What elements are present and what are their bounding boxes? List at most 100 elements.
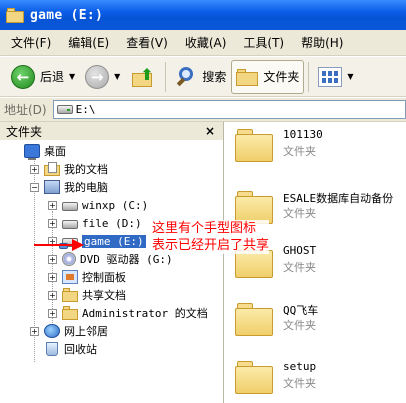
menu-edit[interactable]: 编辑(E) [68, 34, 109, 51]
tree-label: file (D:) [82, 216, 142, 230]
computer-icon [44, 180, 60, 194]
views-icon [318, 66, 343, 87]
drive-icon [56, 105, 73, 114]
annotation-line-1: 这里有个手型图标 [152, 221, 257, 236]
menu-bar: 文件(F) 编辑(E) 查看(V) 收藏(A) 工具(T) 帮助(H) [0, 30, 406, 56]
back-label: 后退 [40, 70, 65, 84]
tree-label: winxp (C:) [82, 198, 149, 212]
folder-type: 文件夹 [283, 261, 316, 274]
folder-name: ESALE数据库自动备份 [283, 192, 394, 205]
folder-pane-title: 文件夹 [6, 124, 43, 139]
search-label: 搜索 [202, 70, 227, 84]
close-icon[interactable]: × [205, 124, 215, 138]
folder-pane-header: 文件夹 × [0, 122, 223, 140]
menu-favorites[interactable]: 收藏(A) [185, 34, 227, 51]
folder-name: QQ飞车 [283, 304, 319, 317]
folders-label: 文件夹 [263, 70, 300, 84]
tree-item-drive-d[interactable]: + file (D:) [48, 214, 142, 232]
hard-drive-icon [62, 219, 78, 229]
forward-arrow-icon: → [85, 64, 110, 89]
expand-icon[interactable]: + [30, 326, 39, 336]
toolbar: ← 后退 ▼ → ▼ ⬆ 搜索 文件夹 ▼ [0, 57, 406, 97]
annotation-arrow-icon [72, 239, 84, 251]
tree-item-drive-e[interactable]: + game (E:) [48, 232, 146, 250]
address-label: 地址(D) [4, 103, 47, 117]
tree-item-shared-docs[interactable]: + 共享文档 [48, 286, 126, 304]
collapse-icon[interactable]: − [30, 182, 39, 192]
forward-button[interactable]: → ▼ [80, 60, 125, 94]
window-title: game (E:) [30, 7, 104, 23]
folder-name: setup [283, 360, 317, 373]
folder-item[interactable]: QQ飞车 文件夹 [235, 298, 405, 344]
desktop-icon [24, 144, 40, 160]
tree-item-admin-docs[interactable]: + Administrator 的文档 [48, 304, 208, 322]
folder-icon [235, 302, 273, 336]
folder-pane: 文件夹 × 桌面 + 我的文档 − 我的电脑 + winxp (C:) + fi [0, 122, 224, 403]
toolbar-separator [308, 61, 310, 92]
annotation-arrow-line [34, 244, 74, 246]
address-field[interactable]: E:\ [52, 100, 406, 119]
annotation-line-2: 表示已经开启了共享 [152, 238, 270, 253]
back-arrow-icon: ← [11, 64, 35, 89]
folder-icon [235, 360, 273, 394]
folder-icon [62, 288, 78, 302]
folder-up-icon: ⬆ [130, 65, 156, 89]
folder-type: 文件夹 [283, 319, 316, 332]
tree-label: 桌面 [44, 145, 66, 158]
tree-item-my-computer[interactable]: − 我的电脑 [30, 178, 108, 196]
expand-icon[interactable]: + [48, 218, 57, 228]
expand-icon[interactable]: + [48, 290, 57, 300]
expand-icon[interactable]: + [48, 200, 57, 210]
expand-icon[interactable]: + [48, 308, 57, 318]
folder-item[interactable]: setup 文件夹 [235, 356, 405, 402]
tree-label: 共享文档 [82, 289, 126, 302]
tree-item-my-documents[interactable]: + 我的文档 [30, 160, 108, 178]
folder-type: 文件夹 [283, 207, 316, 220]
expand-icon[interactable]: + [48, 254, 57, 264]
tree-item-drive-c[interactable]: + winxp (C:) [48, 196, 148, 214]
menu-help[interactable]: 帮助(H) [301, 34, 343, 51]
forward-dropdown-icon[interactable]: ▼ [114, 72, 120, 81]
menu-tools[interactable]: 工具(T) [243, 34, 284, 51]
tree-item-network[interactable]: + 网上邻居 [30, 322, 108, 340]
folder-item[interactable]: 101130 文件夹 [235, 124, 405, 170]
views-button[interactable]: ▼ [313, 60, 358, 94]
menu-file[interactable]: 文件(F) [11, 34, 51, 51]
dvd-icon [62, 252, 76, 266]
folders-button[interactable]: 文件夹 [231, 59, 305, 94]
folder-icon [235, 190, 273, 224]
address-bar: 地址(D) E:\ [0, 98, 406, 122]
back-button[interactable]: ← 后退 ▼ [6, 60, 80, 94]
tree-item-desktop[interactable]: 桌面 [24, 142, 66, 160]
control-panel-icon [62, 270, 78, 284]
address-value: E:\ [75, 103, 96, 116]
toolbar-separator [165, 61, 167, 92]
search-icon [175, 66, 197, 88]
up-button[interactable]: ⬆ [125, 60, 161, 94]
folder-name: GHOST [283, 244, 317, 257]
folder-icon [235, 128, 273, 162]
tree-label: 回收站 [64, 343, 97, 356]
title-bar[interactable]: game (E:) [0, 0, 406, 30]
folder-icon [6, 7, 24, 23]
tree-label: 我的电脑 [64, 181, 108, 194]
recycle-bin-icon [46, 342, 58, 356]
file-list: 101130 文件夹 ESALE数据库自动备份 文件夹 GHOST 文件夹 QQ… [225, 122, 406, 403]
tree-label: 控制面板 [82, 271, 126, 284]
expand-icon[interactable]: + [48, 272, 57, 282]
folder-type: 文件夹 [283, 377, 316, 390]
tree-label: 网上邻居 [64, 325, 108, 338]
tree-item-recycle-bin[interactable]: 回收站 [44, 340, 97, 358]
documents-icon [44, 162, 60, 176]
search-button[interactable]: 搜索 [170, 60, 231, 94]
views-dropdown-icon[interactable]: ▼ [347, 72, 353, 81]
expand-icon[interactable]: + [30, 164, 39, 174]
menu-view[interactable]: 查看(V) [126, 34, 168, 51]
annotation-note: 这里有个手型图标 表示已经开启了共享 [152, 220, 270, 254]
tree-label: Administrator 的文档 [82, 307, 208, 320]
tree-item-control-panel[interactable]: + 控制面板 [48, 268, 126, 286]
hard-drive-icon [62, 201, 78, 211]
back-dropdown-icon[interactable]: ▼ [69, 72, 75, 81]
tree-label: 我的文档 [64, 163, 108, 176]
folder-icon [62, 306, 78, 320]
